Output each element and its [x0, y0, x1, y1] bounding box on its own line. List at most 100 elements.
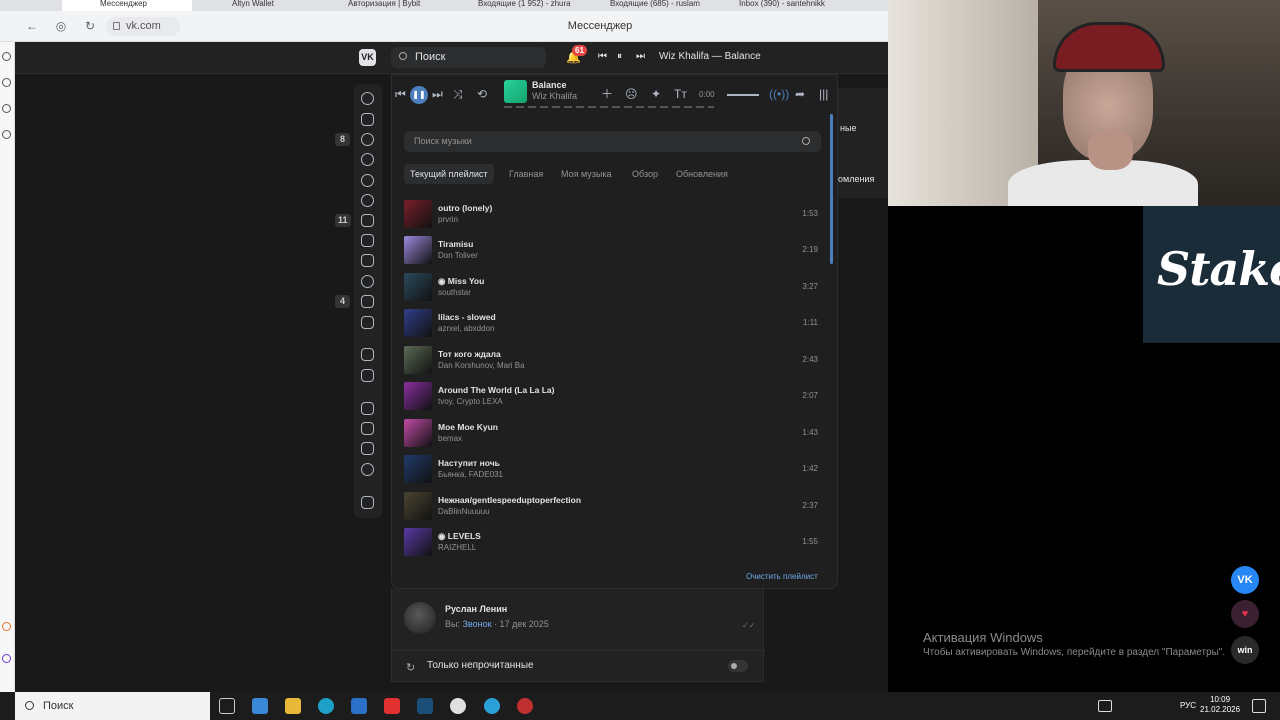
unread-only-row[interactable]: ↻ Только непрочитанные	[392, 650, 765, 682]
previous-icon[interactable]: ⏮	[598, 51, 607, 63]
dislike-icon[interactable]: ☹	[625, 87, 638, 101]
app-icon[interactable]	[517, 698, 533, 714]
telegram-icon[interactable]	[484, 698, 500, 714]
yandex-icon[interactable]	[384, 698, 400, 714]
now-playing-artist[interactable]: Wiz Khalifa	[532, 91, 577, 101]
communities-icon[interactable]	[361, 194, 374, 207]
yandex-browser-icon[interactable]	[450, 698, 466, 714]
files-icon[interactable]	[361, 422, 374, 435]
photos-icon[interactable]	[361, 214, 374, 227]
webcam-person-cap	[1053, 22, 1165, 72]
tab-updates[interactable]: Обновления	[670, 164, 734, 184]
playback-progress[interactable]	[504, 106, 714, 108]
back-icon[interactable]: ←	[25, 19, 39, 33]
shuffle-icon[interactable]: ⤨	[453, 87, 463, 101]
volume-slider[interactable]	[727, 94, 759, 96]
music-icon[interactable]	[361, 254, 374, 267]
calls-icon[interactable]	[361, 153, 374, 166]
taskbar-search-input[interactable]: Поиск	[15, 692, 210, 720]
next-icon[interactable]: ⏭	[636, 51, 645, 63]
add-icon[interactable]: ＋	[601, 87, 613, 101]
sidebar-app-icon[interactable]	[2, 654, 11, 663]
friends-icon[interactable]	[361, 174, 374, 187]
storage-icon[interactable]	[361, 369, 374, 382]
playlist-track-row[interactable]: Нежная/gentlespeeduptoperfection DaBlinNu…	[404, 492, 822, 522]
tab-main[interactable]: Главная	[503, 164, 549, 184]
playlist-track-row[interactable]: ◉ LEVELS RAIZHELL 1:55	[404, 528, 822, 558]
tab-mail-1[interactable]: Входящие (1 952) - zhura	[462, 0, 592, 11]
tab-current-playlist[interactable]: Текущий плейлист	[404, 164, 494, 184]
vk-search-input[interactable]: Поиск	[391, 47, 546, 68]
explorer-icon[interactable]	[285, 698, 301, 714]
playlist-track-row[interactable]: Moe Moe Kyun bemax 1:43	[404, 419, 822, 449]
stickers-icon[interactable]	[361, 275, 374, 288]
pause-button[interactable]: ❚❚	[410, 86, 428, 104]
tab-mail-3[interactable]: Inbox (390) - santehnikk	[727, 0, 845, 11]
steam-icon[interactable]	[417, 698, 433, 714]
clock[interactable]: 10:09 21.02.2026	[1200, 695, 1240, 715]
shield-icon[interactable]: ◎	[54, 19, 68, 33]
playlist-track-row[interactable]: Tiramisu Don Toliver 2:19	[404, 236, 822, 266]
playlist-track-row[interactable]: lilacs - slowed azrxel, abxddon 1:11	[404, 309, 822, 339]
edge-icon[interactable]	[318, 698, 334, 714]
playlist-track-row[interactable]: Наступит ночь Бьянка, FADE031 1:42	[404, 455, 822, 485]
track-duration: 2:07	[802, 391, 818, 400]
sidebar-app-icon[interactable]	[2, 52, 11, 61]
chat-last-message: Вы: Звонок · 17 дек 2025	[445, 619, 549, 629]
playlist-track-row[interactable]: Тот кого ждала Dan Korshunov, Mari Ba 2:43	[404, 346, 822, 376]
mail-icon[interactable]	[351, 698, 367, 714]
sidebar-app-icon[interactable]	[2, 130, 11, 139]
help-icon[interactable]	[361, 463, 374, 476]
repeat-icon[interactable]: ⟲	[477, 87, 487, 101]
sparkle-icon[interactable]: ✦	[651, 87, 661, 101]
sidebar-app-icon[interactable]	[2, 104, 11, 113]
sidebar-app-icon[interactable]	[2, 78, 11, 87]
market-icon[interactable]	[361, 316, 374, 329]
lyrics-icon[interactable]: Tт	[674, 87, 687, 101]
input-language[interactable]: РУС	[1180, 701, 1196, 710]
store-icon[interactable]	[252, 698, 268, 714]
playlist-track-row[interactable]: outro (lonely) prvrin 1:53	[404, 200, 822, 230]
previous-icon[interactable]: ⏮	[395, 87, 406, 101]
tab-bybit[interactable]: Авторизация | Bybit	[330, 0, 450, 11]
clear-playlist-link[interactable]: Очистить плейлист	[746, 572, 818, 581]
header-now-playing[interactable]: Wiz Khalifa — Balance	[659, 51, 761, 63]
track-title: Moe Moe Kyun	[438, 422, 498, 432]
stake-overlay: Stake	[1143, 206, 1280, 343]
messages-icon[interactable]	[361, 133, 374, 146]
next-icon[interactable]: ⏭	[432, 87, 443, 101]
track-duration: 1:55	[802, 537, 818, 546]
tab-my-music[interactable]: Моя музыка	[555, 164, 618, 184]
windows-activation-title: Активация Windows	[923, 630, 1043, 645]
ads-icon[interactable]	[361, 442, 374, 455]
keyboard-icon[interactable]	[1098, 700, 1112, 712]
playlist-scrollbar[interactable]	[830, 114, 833, 264]
unread-only-toggle[interactable]	[728, 660, 748, 672]
music-search-input[interactable]: Поиск музыки	[404, 131, 821, 152]
url-field[interactable]: vk.com	[106, 17, 180, 36]
share-icon[interactable]: ➦	[795, 87, 805, 101]
playlist-track-row[interactable]: Around The World (La La La) tvoy, Crypto …	[404, 382, 822, 412]
games-icon[interactable]	[361, 295, 374, 308]
video-icon[interactable]	[361, 234, 374, 247]
sidebar-app-icon[interactable]	[2, 622, 11, 631]
tab-altyn-wallet[interactable]: Altyn Wallet	[200, 0, 320, 11]
notifications-icon[interactable]	[1252, 699, 1266, 713]
reload-icon[interactable]: ↻	[83, 19, 97, 33]
bookmarks-icon[interactable]	[361, 402, 374, 415]
profile-icon[interactable]	[361, 92, 374, 105]
task-view-icon[interactable]	[219, 698, 235, 714]
tab-messenger[interactable]: Мессенджер	[62, 0, 192, 11]
equalizer-icon[interactable]: |||	[819, 87, 828, 101]
playlist-track-row[interactable]: ◉ Miss You southstar 3:27	[404, 273, 822, 303]
services-icon[interactable]	[361, 348, 374, 361]
news-icon[interactable]	[361, 113, 374, 126]
track-cover	[404, 528, 432, 556]
vk-logo-icon[interactable]: VK	[359, 49, 376, 66]
tab-overview[interactable]: Обзор	[626, 164, 664, 184]
gamepad-icon[interactable]	[361, 496, 374, 509]
now-playing-title[interactable]: Balance	[532, 80, 567, 90]
tab-mail-2[interactable]: Входящие (685) - ruslam	[596, 0, 708, 11]
broadcast-icon[interactable]: ((•))	[769, 87, 789, 101]
pause-icon[interactable]: ⏸	[617, 51, 622, 63]
